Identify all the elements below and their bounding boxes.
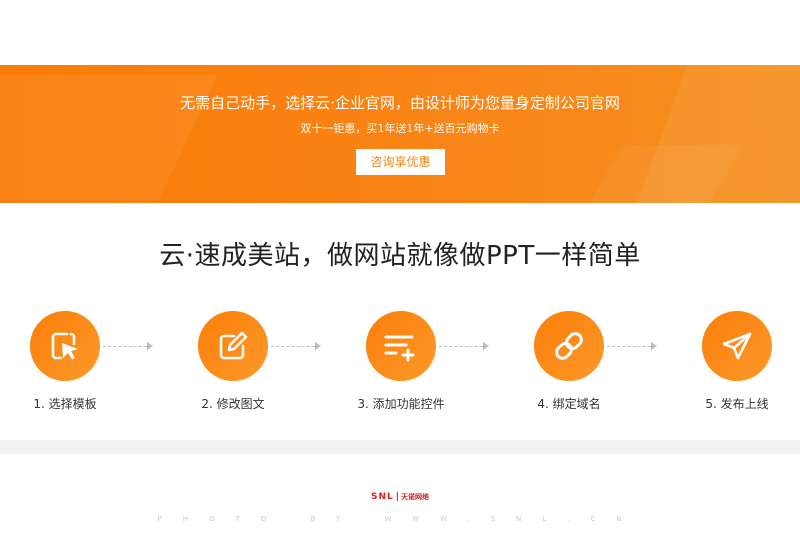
step-arrow <box>315 342 321 350</box>
cursor-click-icon <box>51 332 78 360</box>
step-label: 5. 发布上线 <box>705 397 769 411</box>
step-label: 3. 添加功能控件 <box>357 397 445 411</box>
step-publish[interactable]: 5. 发布上线 <box>667 311 800 412</box>
banner-subtitle: 双十一钜惠，买1年送1年+送百元购物卡 <box>300 122 500 135</box>
promo-banner: 无需自己动手，选择云·企业官网，由设计师为您量身定制公司官网 双十一钜惠，买1年… <box>0 65 800 203</box>
step-add-widgets[interactable]: 3. 添加功能控件 <box>331 311 471 412</box>
step-edit-content[interactable]: 2. 修改图文 <box>163 311 303 412</box>
step-circle <box>198 311 268 381</box>
section-divider <box>0 440 800 454</box>
logo-cn-text: 天诺网络 <box>401 493 430 501</box>
edit-icon <box>219 331 248 360</box>
list-add-icon <box>384 335 415 362</box>
step-label: 1. 选择模板 <box>33 397 97 411</box>
step-arrow <box>651 342 657 350</box>
link-icon <box>555 332 583 360</box>
step-circle <box>366 311 436 381</box>
page-headline: 云·速成美站，做网站就像做PPT一样简单 <box>159 241 641 271</box>
step-select-template[interactable]: 1. 选择模板 <box>0 311 135 412</box>
steps-row: 1. 选择模板 2. 修改图文 3. 添加功能控件 4. 绑定域名 5. 发布上… <box>0 311 800 411</box>
step-arrow <box>483 342 489 350</box>
step-label: 4. 绑定域名 <box>537 397 601 411</box>
step-circle <box>702 311 772 381</box>
logo-separator: | <box>395 492 400 502</box>
step-arrow <box>147 342 153 350</box>
send-icon <box>722 332 752 360</box>
step-circle <box>30 311 100 381</box>
step-label: 2. 修改图文 <box>201 397 265 411</box>
watermark-text: PHOTO BY WWW.SNL.CN <box>157 515 643 523</box>
banner-title: 无需自己动手，选择云·企业官网，由设计师为您量身定制公司官网 <box>180 94 620 112</box>
logo-text: SNL <box>370 492 394 502</box>
consult-discount-button[interactable]: 咨询享优惠 <box>356 149 445 175</box>
step-circle <box>534 311 604 381</box>
brand-logo: SNL | 天诺网络 <box>360 492 440 504</box>
step-bind-domain[interactable]: 4. 绑定域名 <box>499 311 639 412</box>
